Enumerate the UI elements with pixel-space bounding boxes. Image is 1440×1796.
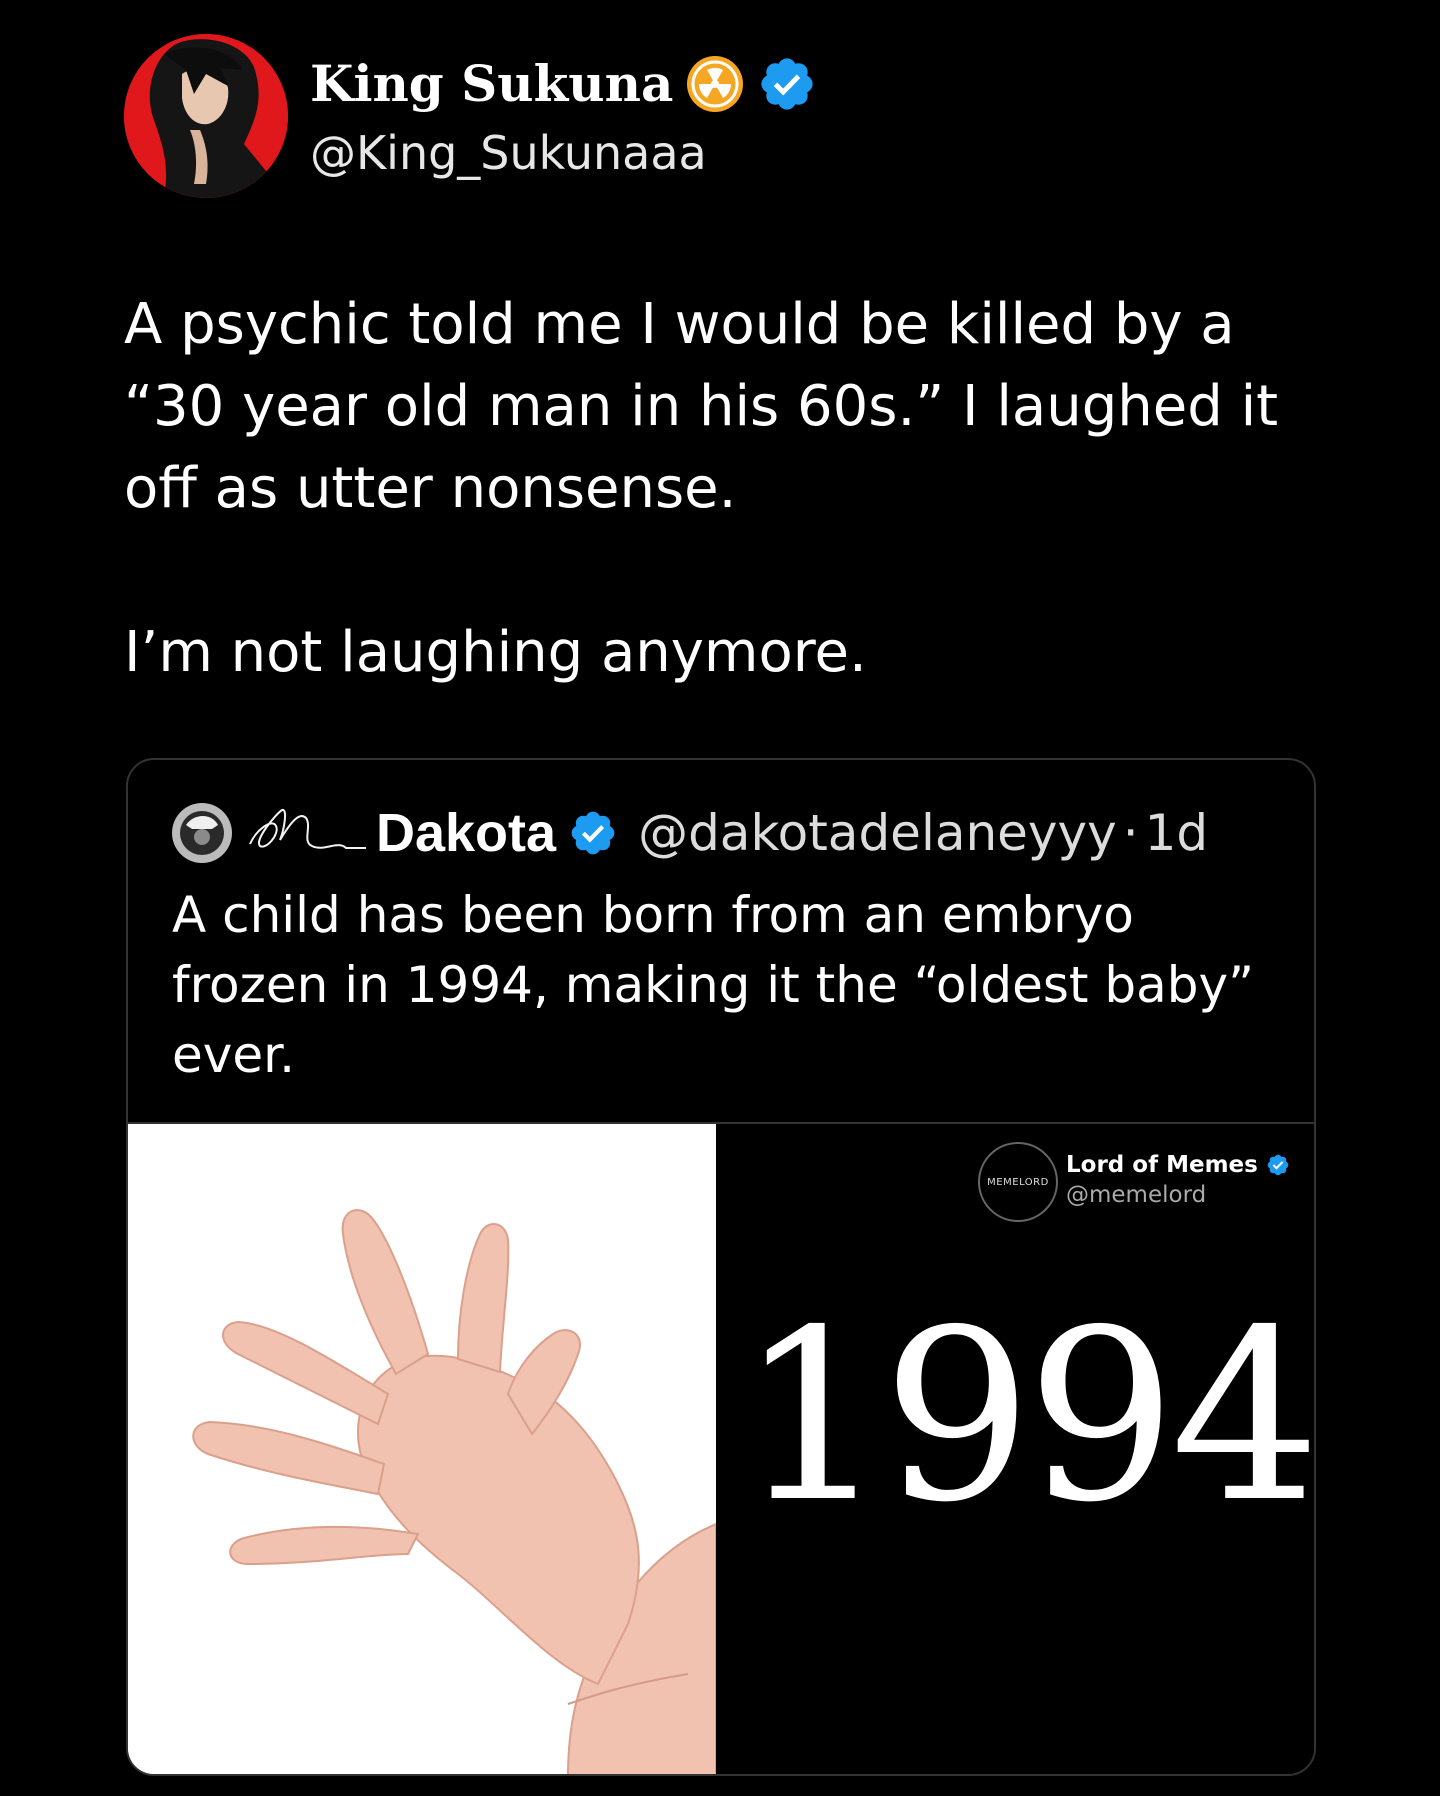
tweet-body: A psychic told me I would be killed by a… (124, 284, 1324, 694)
tweet-paragraph: I’m not laughing anymore. (124, 620, 867, 685)
year-panel: MEMELORD Lord of Memes @memelord 1994 (716, 1124, 1315, 1774)
signature-flourish-icon (249, 809, 366, 849)
author-handle[interactable]: @King_Sukunaaa (310, 126, 707, 180)
radioactive-icon (687, 56, 744, 112)
verified-icon (571, 811, 615, 855)
verified-icon (1267, 1154, 1289, 1176)
quoted-tweet-card[interactable]: Dakota @dakotadelaneyyy · 1d A child has… (126, 758, 1316, 1776)
quoted-author-avatar[interactable] (172, 803, 232, 863)
author-name-row[interactable]: King Sukuna (310, 54, 817, 114)
memelord-logo-text: MEMELORD (987, 1176, 1049, 1188)
quoted-tweet-header: Dakota @dakotadelaneyyy · 1d (172, 800, 1208, 866)
tweet-paragraph: A psychic told me I would be killed by a… (124, 292, 1279, 521)
meme-account-name-row: Lord of Memes (1066, 1152, 1290, 1178)
author-display-name[interactable]: King Sukuna (310, 59, 673, 109)
quoted-tweet-text: A child has been born from an embryo fro… (172, 886, 1255, 1084)
memelord-logo: MEMELORD (978, 1142, 1058, 1222)
quoted-author-handle[interactable]: @dakotadelaneyyy (638, 804, 1117, 862)
verified-icon (761, 58, 814, 110)
meme-account-name: Lord of Memes (1066, 1152, 1258, 1178)
quoted-author-name[interactable]: Dakota (376, 802, 556, 864)
baby-hand-image (128, 1124, 717, 1774)
meme-account-handle: @memelord (1066, 1182, 1207, 1208)
tweet-header: King Sukuna @King_Sukunaaa (124, 34, 1324, 198)
meta-separator: · (1122, 804, 1139, 862)
year-text: 1994 (738, 1279, 1315, 1554)
quoted-tweet-media[interactable]: MEMELORD Lord of Memes @memelord 1994 (128, 1122, 1315, 1774)
author-avatar[interactable] (124, 34, 288, 198)
quoted-timestamp[interactable]: 1d (1145, 804, 1209, 862)
